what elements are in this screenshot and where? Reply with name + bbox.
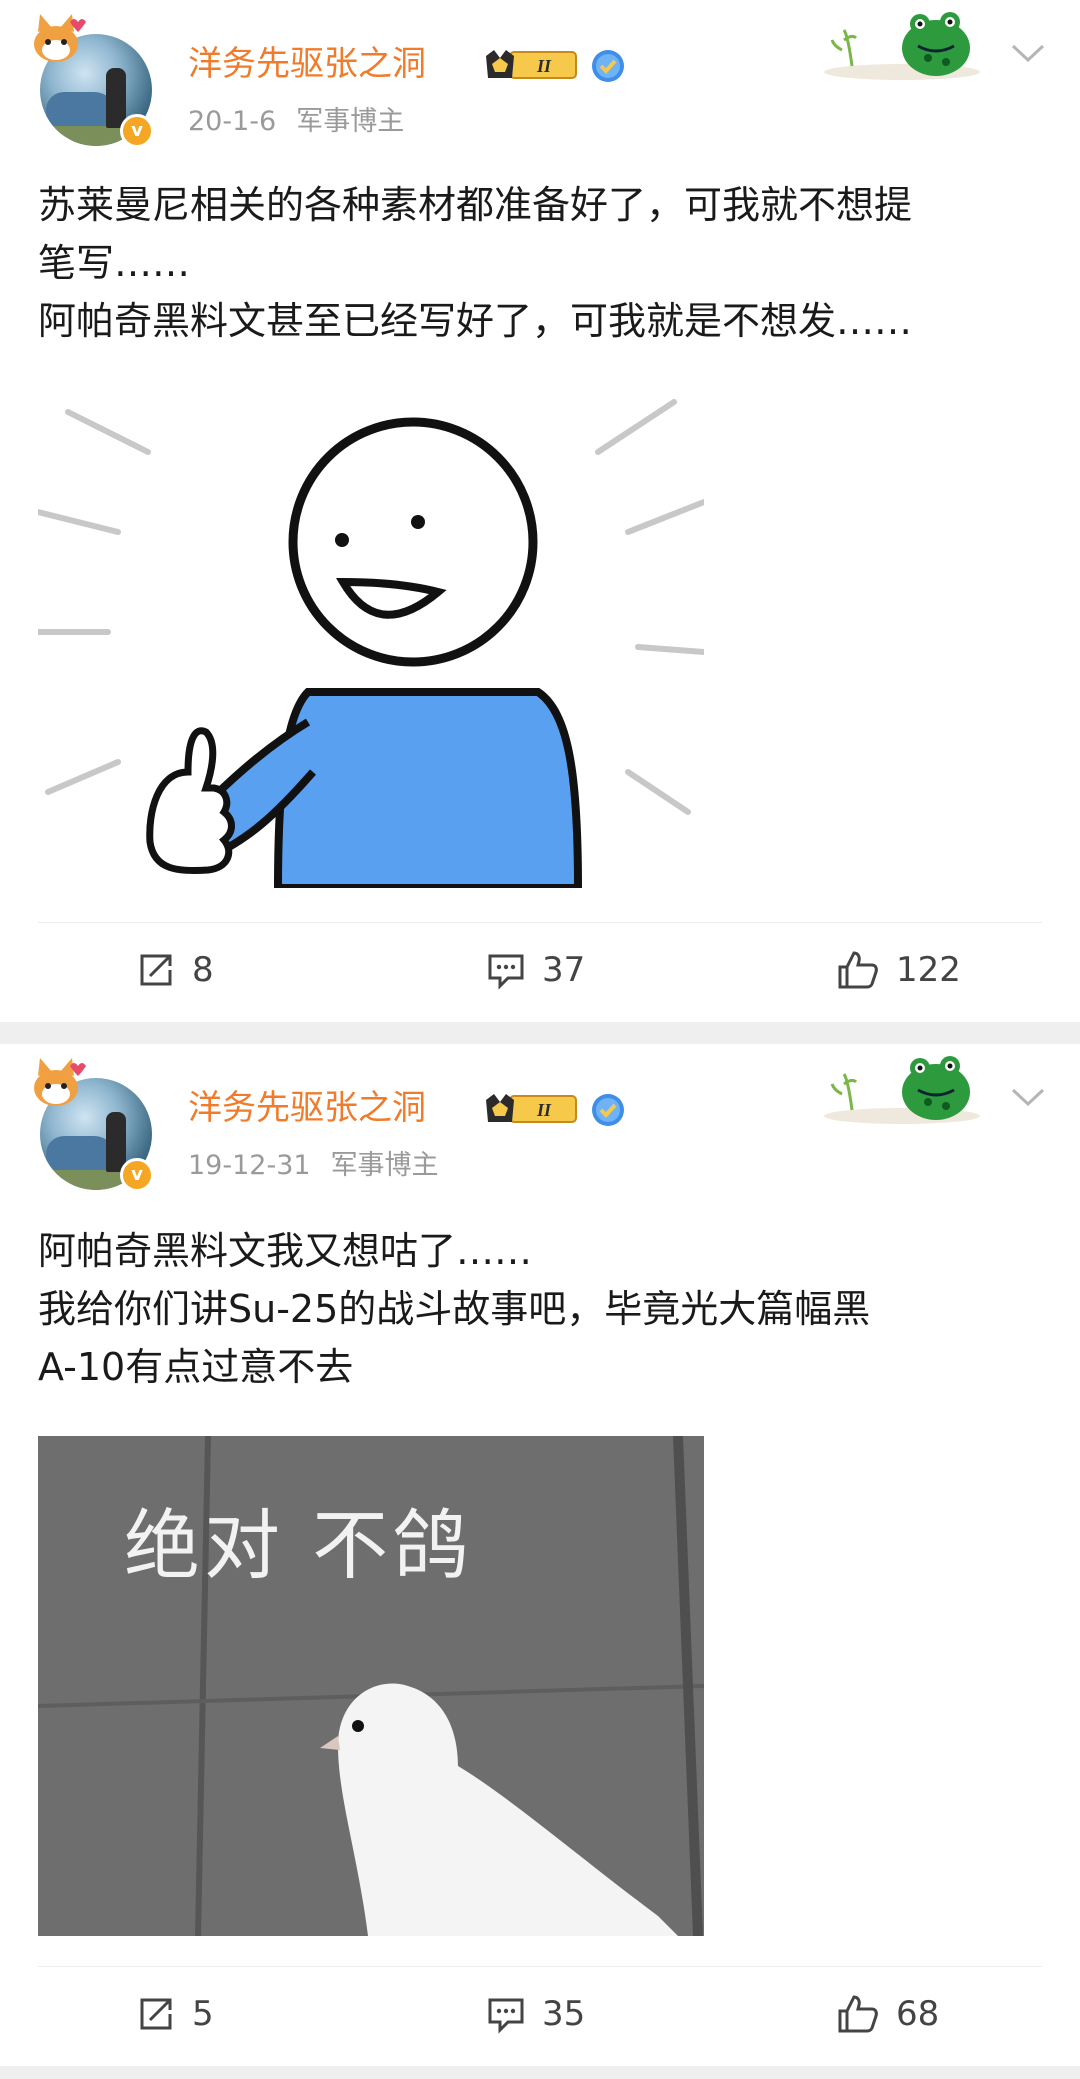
post-text: 阿帕奇黑料文我又想咕了…… 我给你们讲Su-25的战斗故事吧，毕竟光大篇幅黑 A… <box>38 1222 1048 1396</box>
image-caption: 绝对 不鸽 <box>124 1501 473 1590</box>
verified-v-badge: v <box>120 1158 154 1192</box>
frog-decoration-icon <box>824 1056 980 1124</box>
post-image[interactable] <box>38 392 704 888</box>
like-count: 122 <box>896 950 961 990</box>
action-divider <box>38 922 1042 923</box>
cat-sticker-icon <box>34 1058 86 1106</box>
post-separator <box>0 1022 1080 1044</box>
post-line: 阿帕奇黑料文我又想咕了…… <box>38 1229 533 1273</box>
author-tag: 军事博主 <box>330 1150 439 1181</box>
like-icon <box>838 951 878 989</box>
repost-count: 8 <box>192 950 214 990</box>
repost-count: 5 <box>192 1994 214 2034</box>
vip-crown-badge[interactable]: II <box>484 1092 580 1126</box>
comment-button[interactable]: 37 <box>486 942 585 998</box>
post-text: 苏莱曼尼相关的各种素材都准备好了，可我就不想提 笔写…… 阿帕奇黑料文甚至已经写… <box>38 176 1048 350</box>
post-date: 20-1-6 <box>188 106 277 137</box>
post-line: 我给你们讲Su-25的战斗故事吧，毕竟光大篇幅黑 <box>38 1287 871 1331</box>
avatar[interactable]: v <box>30 12 160 152</box>
post-card[interactable]: v 洋务先驱张之洞 II 20-1-6 军事博主 苏莱曼尼相关的各种素材都准备好了… <box>0 0 1080 1022</box>
vip-level-label: II <box>536 56 552 76</box>
post-line: 苏莱曼尼相关的各种素材都准备好了，可我就不想提 <box>38 183 913 227</box>
avatar[interactable]: v <box>30 1056 160 1196</box>
frog-decoration-icon <box>824 12 980 80</box>
thumbs-up-figure-image <box>38 399 704 888</box>
post-separator <box>0 2066 1080 2079</box>
verified-icon <box>592 1094 624 1126</box>
post-meta: 20-1-6 军事博主 <box>188 104 404 140</box>
repost-button[interactable]: 8 <box>136 942 214 998</box>
like-count: 68 <box>896 1994 940 2034</box>
vip-crown-badge[interactable]: II <box>484 48 580 82</box>
cat-sticker-icon <box>34 14 86 62</box>
repost-icon <box>140 954 172 986</box>
post-line: A-10有点过意不去 <box>38 1345 354 1389</box>
post-card[interactable]: v 洋务先驱张之洞 II 19-12-31 军事博主 阿帕奇黑料文我又想咕了…… … <box>0 1044 1080 2066</box>
author-name[interactable]: 洋务先驱张之洞 <box>188 1086 426 1130</box>
repost-button[interactable]: 5 <box>136 1986 214 2042</box>
vip-level-label: II <box>536 1100 552 1120</box>
like-icon <box>838 1995 878 2033</box>
repost-icon <box>140 1998 172 2030</box>
post-date: 19-12-31 <box>188 1150 311 1181</box>
comment-button[interactable]: 35 <box>486 1986 585 2042</box>
like-button[interactable]: 68 <box>836 1986 939 2042</box>
comment-icon <box>488 1998 524 2034</box>
verified-icon <box>592 50 624 82</box>
comment-icon <box>488 954 524 990</box>
post-meta: 19-12-31 军事博主 <box>188 1148 439 1184</box>
post-line: 阿帕奇黑料文甚至已经写好了，可我就是不想发…… <box>38 299 913 343</box>
verified-v-badge: v <box>120 114 154 148</box>
action-divider <box>38 1966 1042 1967</box>
post-line: 笔写…… <box>38 241 191 285</box>
like-button[interactable]: 122 <box>836 942 961 998</box>
comment-count: 35 <box>542 1994 586 2034</box>
author-name[interactable]: 洋务先驱张之洞 <box>188 42 426 86</box>
comment-count: 37 <box>542 950 586 990</box>
chevron-down-icon[interactable] <box>1010 1084 1046 1110</box>
chevron-down-icon[interactable] <box>1010 40 1046 66</box>
author-tag: 军事博主 <box>296 106 405 137</box>
post-image[interactable]: 绝对 不鸽 <box>38 1436 704 1936</box>
